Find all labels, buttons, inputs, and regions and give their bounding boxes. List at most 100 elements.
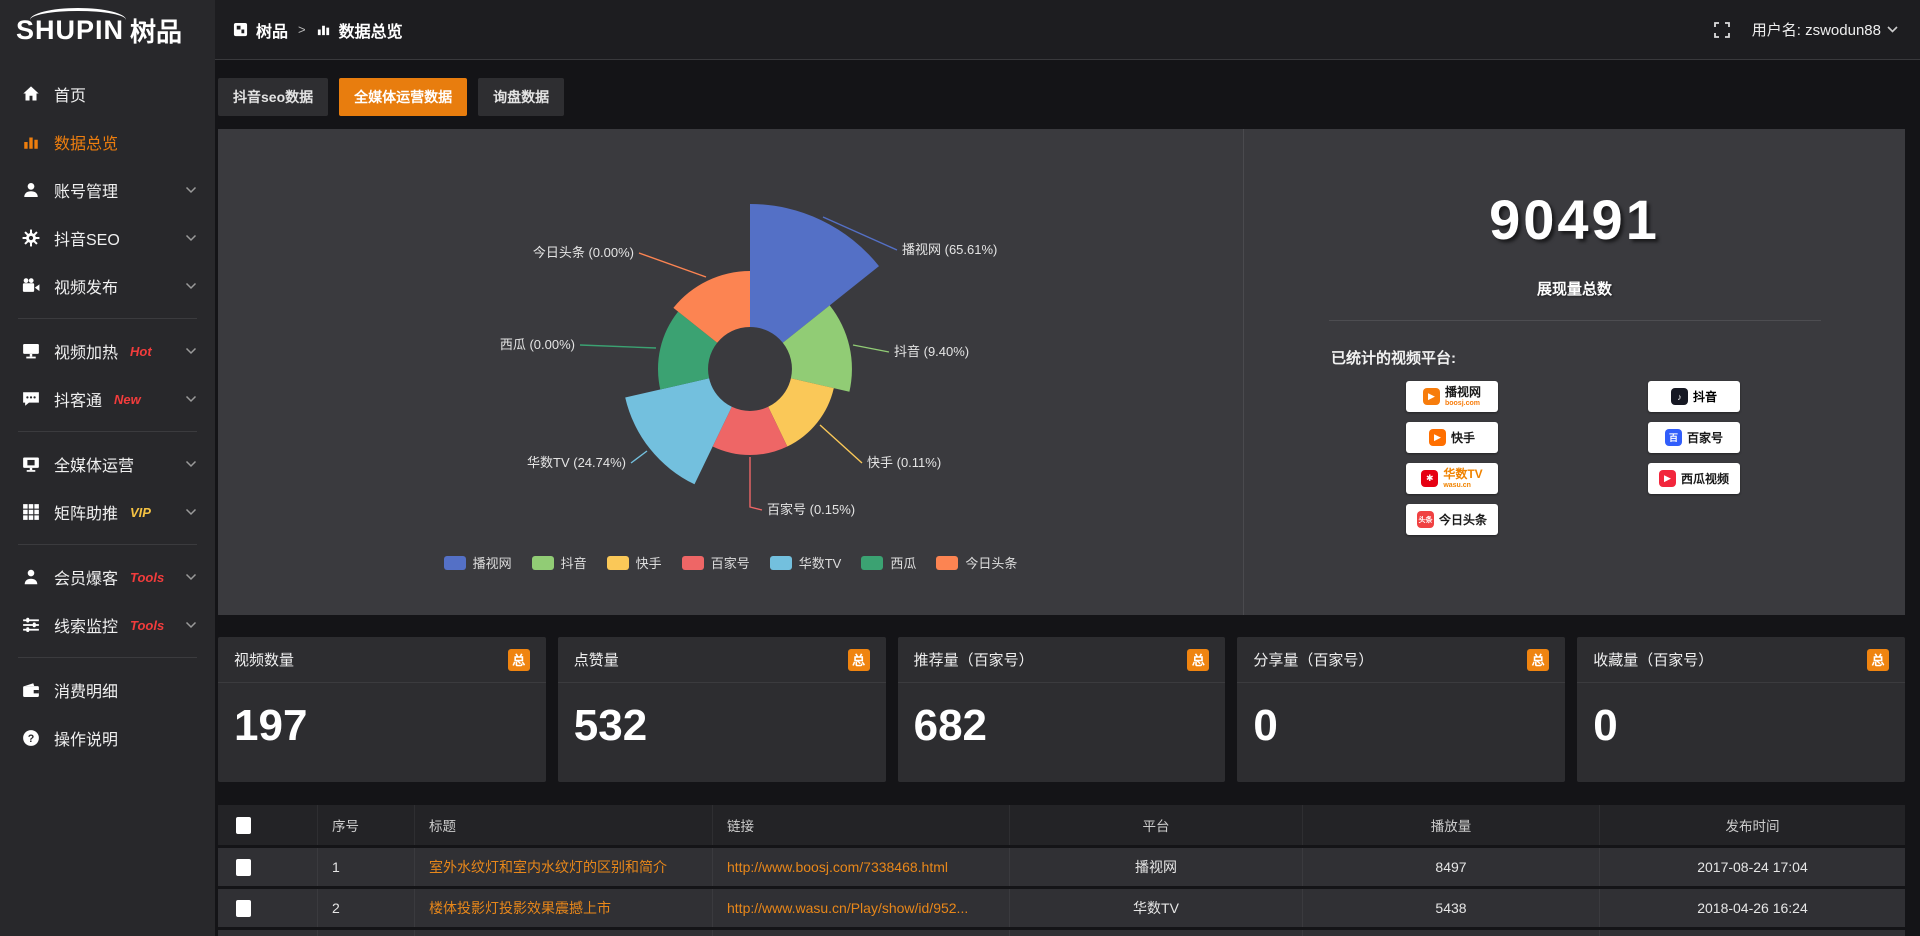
legend-label: 播视网 (473, 553, 512, 572)
rose-pie-chart: 播视网 (65.61%)抖音 (9.40%)快手 (0.11%)百家号 (0.1… (218, 129, 1243, 615)
kuaishou-logo: ▶ (1429, 429, 1446, 446)
pie-slice-华数TV[interactable] (625, 378, 732, 484)
legend-item-西瓜[interactable]: 西瓜 (861, 553, 916, 572)
stat-card-label: 收藏量（百家号） (1593, 649, 1713, 670)
tab-全媒体运营数据[interactable]: 全媒体运营数据 (339, 78, 467, 116)
platform-badge-百家号: 百百家号 (1648, 422, 1740, 453)
legend-label: 抖音 (561, 553, 587, 572)
app-root: SHUPIN 树品 首页数据总览账号管理抖音SEO视频发布视频加热Hot抖客通N… (0, 0, 1920, 936)
chevron-down-icon (185, 347, 197, 355)
legend-label: 今日头条 (965, 553, 1017, 572)
sidebar-item-全媒体运营[interactable]: 全媒体运营 (0, 440, 215, 488)
stat-card-label: 点赞量 (574, 649, 619, 670)
sidebar-item-首页[interactable]: 首页 (0, 70, 215, 118)
chart-panel: 播视网 (65.61%)抖音 (9.40%)快手 (0.11%)百家号 (0.1… (218, 129, 1905, 615)
legend-item-今日头条[interactable]: 今日头条 (936, 553, 1017, 572)
table-cell-empty (1600, 930, 1905, 936)
stat-card-value: 682 (898, 683, 1226, 769)
sidebar-item-操作说明[interactable]: ?操作说明 (0, 714, 215, 762)
video-title-link[interactable]: 楼体投影灯投影效果震撼上市 (429, 898, 611, 918)
platform-badge-播视网: ▶播视网boosj.com (1406, 381, 1498, 412)
stat-card-点赞量: 点赞量总532 (558, 637, 886, 782)
row-checkbox[interactable] (236, 900, 251, 917)
summary-divider (1329, 320, 1821, 321)
legend-swatch (532, 556, 554, 570)
fullscreen-icon[interactable] (1714, 22, 1730, 38)
sidebar-item-矩阵助推[interactable]: 矩阵助推VIP (0, 488, 215, 536)
pie-label-line (631, 451, 647, 463)
total-impressions-label: 展现量总数 (1244, 278, 1905, 299)
sidebar-item-消费明细[interactable]: 消费明细 (0, 666, 215, 714)
table-cell-plays: 8497 (1303, 848, 1600, 886)
sidebar-item-label: 消费明细 (54, 678, 118, 702)
wallet-icon (22, 681, 40, 699)
table-cell-time: 2017-08-24 17:04 (1600, 848, 1905, 886)
table-cell-plays: 5438 (1303, 889, 1600, 927)
sidebar-item-label: 矩阵助推 (54, 500, 118, 524)
platforms-heading: 已统计的视频平台: (1331, 347, 1456, 368)
legend-swatch (861, 556, 883, 570)
legend-item-抖音[interactable]: 抖音 (532, 553, 587, 572)
sidebar-item-badge: New (114, 392, 141, 407)
tab-抖音seo数据[interactable]: 抖音seo数据 (218, 78, 328, 116)
platform-badge-西瓜视频: ▶西瓜视频 (1648, 463, 1740, 494)
sidebar-item-账号管理[interactable]: 账号管理 (0, 166, 215, 214)
summary-panel: 90491 展现量总数 已统计的视频平台: ▶播视网boosj.com▶快手✱华… (1243, 129, 1905, 615)
table-row: 1室外水纹灯和室内水纹灯的区别和简介http://www.boosj.com/7… (218, 848, 1905, 886)
sidebar-divider (18, 318, 197, 319)
breadcrumb-arrow: > (296, 22, 308, 37)
legend-label: 快手 (636, 553, 662, 572)
sidebar-divider (18, 544, 197, 545)
legend-label: 百家号 (711, 553, 750, 572)
pie-label: 快手 (0.11%) (867, 455, 941, 470)
chevron-down-icon (185, 234, 197, 242)
total-impressions-value: 90491 (1244, 187, 1905, 252)
chevron-down-icon (185, 508, 197, 516)
legend-swatch (770, 556, 792, 570)
sidebar-item-视频加热[interactable]: 视频加热Hot (0, 327, 215, 375)
shupin-square-icon (233, 22, 248, 37)
sidebar-item-线索监控[interactable]: 线索监控Tools (0, 601, 215, 649)
legend-item-百家号[interactable]: 百家号 (682, 553, 750, 572)
topbar: 树品 > 数据总览 用户名: zswodun88 (215, 0, 1920, 60)
sidebar-item-badge: Tools (130, 570, 164, 585)
total-badge: 总 (1527, 649, 1549, 671)
stat-card-视频数量: 视频数量总197 (218, 637, 546, 782)
breadcrumb-current[interactable]: 数据总览 (339, 18, 403, 42)
sidebar-item-抖客通[interactable]: 抖客通New (0, 375, 215, 423)
table-header-row: 序号标题链接平台播放量发布时间 (218, 805, 1905, 845)
table-cell-platform: 播视网 (1010, 848, 1303, 886)
legend-item-华数TV[interactable]: 华数TV (770, 553, 842, 572)
video-camera-icon (22, 277, 40, 295)
row-checkbox[interactable] (236, 859, 251, 876)
table-cell-title: 楼体投影灯投影效果震撼上市 (415, 889, 713, 927)
video-url-link[interactable]: http://www.wasu.cn/Play/show/id/952... (727, 900, 968, 916)
tab-询盘数据[interactable]: 询盘数据 (478, 78, 564, 116)
chevron-down-icon (185, 186, 197, 194)
platform-badge-抖音: ♪抖音 (1648, 381, 1740, 412)
user-menu[interactable]: 用户名: zswodun88 (1752, 19, 1898, 40)
chevron-down-icon (185, 621, 197, 629)
sidebar-item-label: 首页 (54, 82, 86, 106)
breadcrumb-root[interactable]: 树品 (256, 18, 288, 42)
boosj-logo: ▶ (1423, 388, 1440, 405)
videos-table: 序号标题链接平台播放量发布时间1室外水纹灯和室内水纹灯的区别和简介http://… (218, 805, 1905, 936)
chat-bubble-icon (22, 390, 40, 408)
logo-suffix: 树品 (130, 12, 182, 49)
sidebar-item-会员爆客[interactable]: 会员爆客Tools (0, 553, 215, 601)
user-label: 用户名: zswodun88 (1752, 19, 1881, 40)
app-logo[interactable]: SHUPIN 树品 (0, 0, 215, 60)
sidebar-item-视频发布[interactable]: 视频发布 (0, 262, 215, 310)
table-header-平台: 平台 (1010, 805, 1303, 845)
sidebar-item-抖音SEO[interactable]: 抖音SEO (0, 214, 215, 262)
video-url-link[interactable]: http://www.boosj.com/7338468.html (727, 859, 948, 875)
select-all-checkbox[interactable] (236, 817, 251, 834)
legend-item-快手[interactable]: 快手 (607, 553, 662, 572)
video-title-link[interactable]: 室外水纹灯和室内水纹灯的区别和简介 (429, 857, 667, 877)
sidebar-item-数据总览[interactable]: 数据总览 (0, 118, 215, 166)
sidebar-item-label: 视频发布 (54, 274, 118, 298)
table-cell-empty (415, 930, 713, 936)
monitor-icon (22, 342, 40, 360)
legend-swatch (444, 556, 466, 570)
legend-item-播视网[interactable]: 播视网 (444, 553, 512, 572)
